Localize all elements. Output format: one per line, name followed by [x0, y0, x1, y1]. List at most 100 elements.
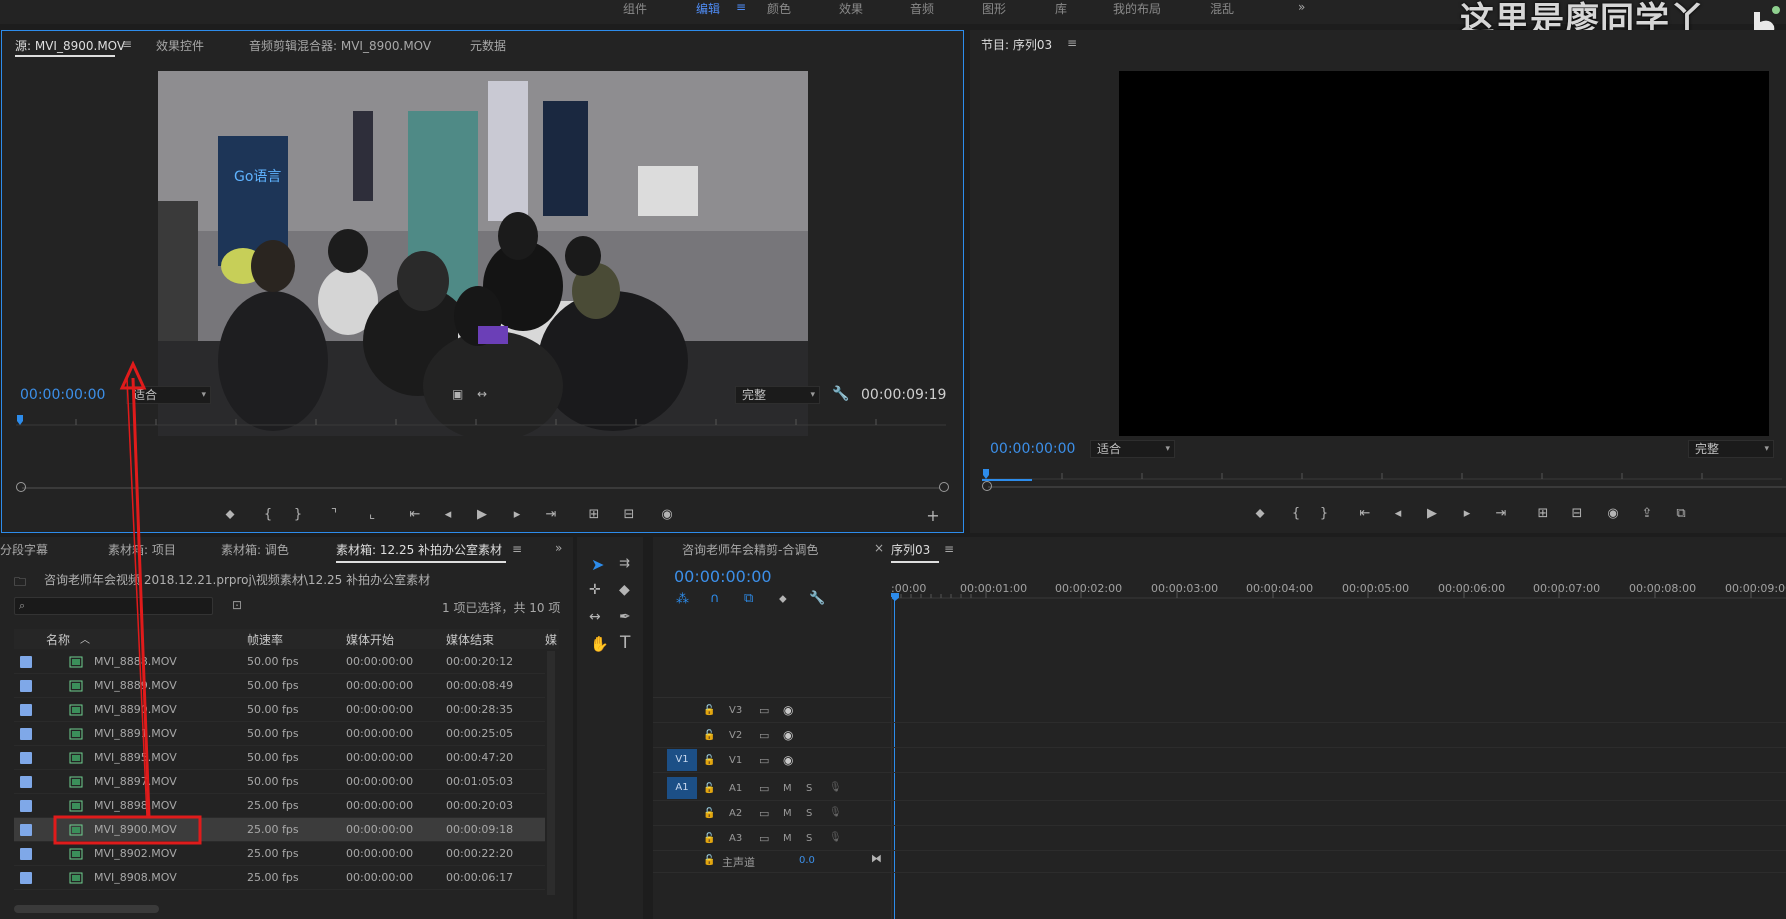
sort-ascending-icon[interactable]: ︿ [80, 631, 90, 646]
microphone-icon[interactable]: 🎙 [829, 832, 842, 843]
mark-out-icon[interactable]: } [1314, 506, 1334, 521]
label-color-swatch[interactable] [20, 872, 32, 884]
column-frame-rate[interactable]: 帧速率 [247, 631, 283, 648]
solo-button[interactable]: S [806, 783, 812, 794]
mark-in-icon[interactable]: { [1286, 506, 1306, 521]
mute-button[interactable]: M [783, 833, 792, 844]
lock-icon[interactable]: 🔓 [703, 808, 715, 819]
source-fit-dropdown[interactable]: 适合 ▾ [126, 386, 211, 404]
eye-icon[interactable]: ◉ [783, 703, 793, 717]
share-icon[interactable]: ⇪ [1637, 506, 1657, 521]
new-search-bin-icon[interactable]: ⊡ [232, 598, 242, 612]
zoom-handle-right[interactable] [939, 482, 949, 492]
audio-track-row[interactable]: 🔓 A3 ▭ M S 🎙 [653, 827, 1786, 851]
eye-icon[interactable]: ◉ [783, 753, 793, 767]
panel-menu-icon[interactable]: ≡ [122, 37, 132, 51]
type-tool-icon[interactable]: T [620, 633, 630, 653]
workspace-tab[interactable]: 我的布局 [1113, 0, 1161, 17]
source-time-ruler[interactable] [16, 413, 946, 427]
go-to-in-point-icon[interactable]: ⇤ [1355, 506, 1375, 521]
go-to-out-point-icon[interactable]: ⇥ [541, 507, 561, 522]
add-marker-icon[interactable]: ⬥ [220, 507, 240, 522]
lift-icon[interactable]: ⊞ [1533, 506, 1553, 521]
table-row[interactable]: MVI_8888.MOV 50.00 fps 00:00:00:00 00:00:20… [14, 650, 545, 674]
program-timecode[interactable]: 00:00:00:00 [990, 441, 1075, 457]
source-timecode-in[interactable]: 00:00:00:00 [20, 387, 105, 403]
toggle-sync-lock-icon[interactable]: ▭ [759, 807, 769, 820]
workspace-tab[interactable]: 颜色 [767, 0, 791, 17]
tab-metadata[interactable]: 元数据 [470, 37, 506, 54]
workspace-tab[interactable]: 组件 [623, 0, 647, 17]
label-color-swatch[interactable] [20, 728, 32, 740]
settings-compare-icon[interactable]: ▣ [452, 387, 463, 401]
table-row[interactable]: MVI_8908.MOV 25.00 fps 00:00:00:00 00:00:06… [14, 866, 545, 890]
solo-button[interactable]: S [806, 833, 812, 844]
zoom-handle-left[interactable] [16, 482, 26, 492]
timeline-timecode[interactable]: 00:00:00:00 [674, 567, 772, 586]
close-tab-icon[interactable]: × [874, 541, 884, 555]
comparison-view-icon[interactable]: ⧉ [1671, 506, 1691, 521]
label-color-swatch[interactable] [20, 680, 32, 692]
toggle-sync-lock-icon[interactable]: ▭ [759, 704, 769, 717]
workspace-menu-icon[interactable]: ≡ [736, 0, 746, 14]
source-patch-v1[interactable]: V1 [667, 749, 697, 771]
table-row[interactable]: MVI_8895.MOV 50.00 fps 00:00:00:00 00:00:47… [14, 746, 545, 770]
column-media-end[interactable]: 媒体结束 [446, 631, 494, 648]
step-forward-icon[interactable]: ▸ [507, 507, 527, 522]
column-name[interactable]: 名称 [46, 631, 70, 648]
selection-tool-icon[interactable]: ➤ [591, 555, 604, 574]
toggle-sync-lock-icon[interactable]: ▭ [759, 729, 769, 742]
tab-program[interactable]: 节目: 序列03 [981, 36, 1052, 53]
add-marker-icon[interactable]: ⬥ [779, 592, 787, 606]
workspace-tab-active[interactable]: 编辑 [696, 0, 720, 17]
tab-bin-office[interactable]: 素材箱: 12.25 补拍办公室素材 [336, 541, 502, 558]
video-track-row[interactable]: V1 🔓 V1 ▭ ◉ [653, 749, 1786, 773]
program-zoom-scrollbar[interactable] [988, 486, 1786, 488]
step-back-icon[interactable]: ◂ [438, 507, 458, 522]
workspace-tab[interactable]: 效果 [839, 0, 863, 17]
microphone-icon[interactable]: 🎙 [829, 807, 842, 818]
program-time-ruler[interactable] [982, 467, 1782, 481]
tab-bin-project[interactable]: 素材箱: 项目 [108, 541, 176, 558]
add-marker-icon[interactable]: ⬥ [1250, 506, 1270, 521]
timeline-settings-wrench-icon[interactable]: 🔧 [809, 591, 825, 606]
step-back-icon[interactable]: ◂ [1388, 506, 1408, 521]
label-color-swatch[interactable] [20, 824, 32, 836]
lock-icon[interactable]: 🔓 [703, 855, 715, 866]
play-icon[interactable]: ▶ [472, 507, 492, 522]
eye-icon[interactable]: ◉ [783, 728, 793, 742]
go-to-out-icon[interactable]: ⌞ [362, 507, 382, 522]
table-row[interactable]: MVI_8891.MOV 50.00 fps 00:00:00:00 00:00:25… [14, 722, 545, 746]
go-to-end-icon[interactable]: ⧓ [871, 852, 882, 865]
toggle-sync-lock-icon[interactable]: ▭ [759, 754, 769, 767]
tab-captions[interactable]: 分段字幕 [0, 541, 48, 558]
program-video-frame[interactable] [1119, 71, 1769, 436]
column-media-start[interactable]: 媒体开始 [346, 631, 394, 648]
label-color-swatch[interactable] [20, 776, 32, 788]
source-patch-a1[interactable]: A1 [667, 777, 697, 799]
table-row[interactable]: MVI_8897.MOV 50.00 fps 00:00:00:00 00:01:05… [14, 770, 545, 794]
table-row[interactable]: MVI_8902.MOV 25.00 fps 00:00:00:00 00:00:22… [14, 842, 545, 866]
go-to-in-icon[interactable]: ⌝ [324, 507, 344, 522]
slip-tool-icon[interactable]: ↔ [589, 609, 601, 625]
label-color-swatch[interactable] [20, 704, 32, 716]
lock-icon[interactable]: 🔓 [703, 755, 715, 766]
video-track-row[interactable]: 🔓 V3 ▭ ◉ [653, 699, 1786, 723]
tab-source[interactable]: 源: MVI_8900.MOV [15, 37, 125, 54]
panel-menu-icon[interactable]: ≡ [944, 542, 954, 556]
workspace-tab[interactable]: 音频 [910, 0, 934, 17]
program-fit-dropdown[interactable]: 适合 ▾ [1090, 440, 1175, 458]
tab-effect-controls[interactable]: 效果控件 [156, 37, 204, 54]
extract-icon[interactable]: ⊟ [1567, 506, 1587, 521]
pen-tool-icon[interactable]: ✒ [619, 609, 631, 625]
video-track-row[interactable]: 🔓 V2 ▭ ◉ [653, 724, 1786, 748]
mark-in-icon[interactable]: { [258, 507, 278, 522]
tab-bin-color[interactable]: 素材箱: 调色 [221, 541, 289, 558]
step-forward-icon[interactable]: ▸ [1457, 506, 1477, 521]
mute-button[interactable]: M [783, 783, 792, 794]
button-editor-plus-icon[interactable]: + [923, 506, 943, 525]
lock-icon[interactable]: 🔓 [703, 730, 715, 741]
more-panels-icon[interactable]: » [555, 541, 562, 555]
go-to-out-point-icon[interactable]: ⇥ [1491, 506, 1511, 521]
toggle-sync-lock-icon[interactable]: ▭ [759, 832, 769, 845]
